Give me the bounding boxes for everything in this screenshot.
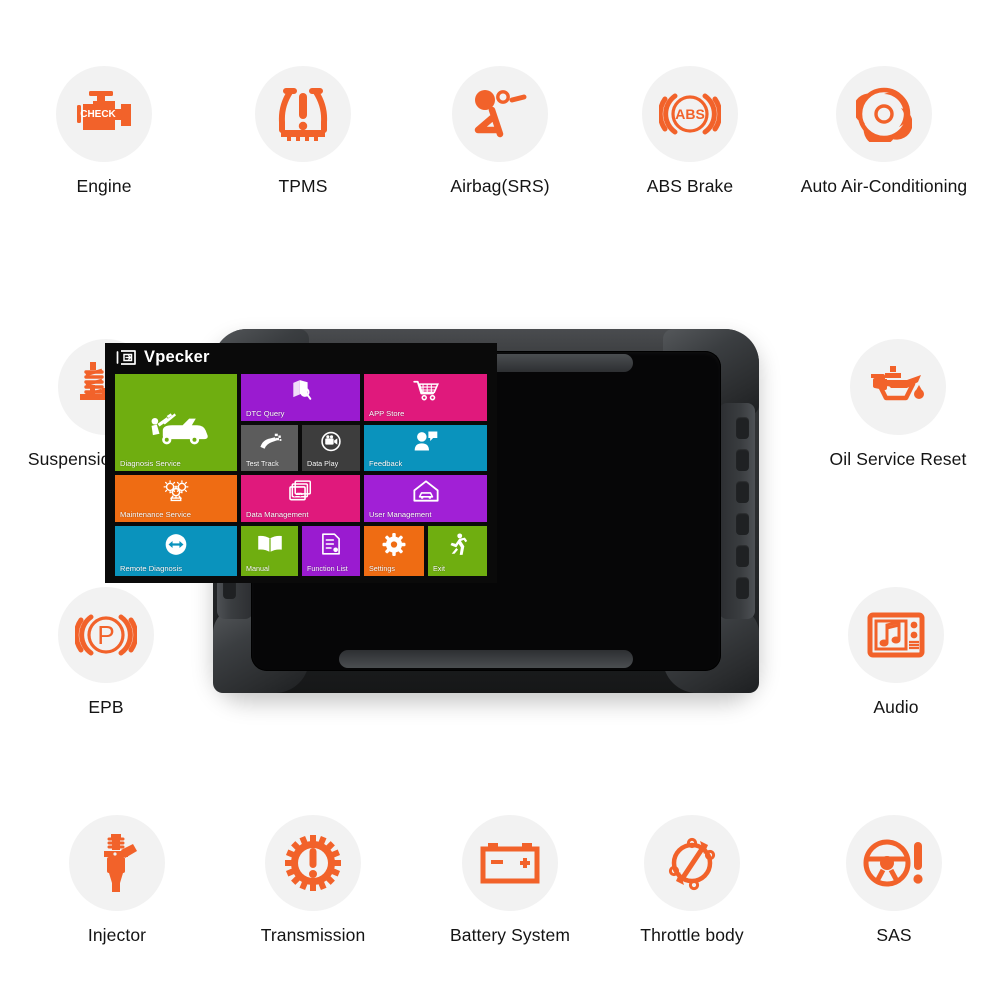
battery-icon — [462, 815, 558, 911]
feature-oil-service-reset: Oil Service Reset — [798, 339, 998, 470]
grip-ridge — [736, 481, 749, 503]
feature-label: EPB — [88, 697, 124, 717]
data-cards-icon — [288, 480, 314, 502]
tile-label: Function List — [307, 564, 348, 574]
feature-label: Oil Service Reset — [829, 449, 967, 469]
tile-label: Feedback — [369, 458, 403, 468]
tile-label: Maintenance Service — [120, 509, 191, 519]
tile-label: Manual — [246, 564, 270, 574]
brand-name: Vpecker — [144, 348, 210, 367]
tile-app-store[interactable]: APP Store — [364, 374, 487, 421]
garage-car-icon — [412, 480, 439, 502]
function-list-icon — [318, 533, 344, 555]
feature-battery-system: Battery System — [410, 815, 610, 946]
feature-label: Injector — [87, 925, 147, 945]
fuel-injector-icon — [69, 815, 165, 911]
tile-label: User Management — [369, 509, 432, 519]
dtc-book-icon — [288, 379, 314, 401]
feature-injector: Injector — [17, 815, 217, 946]
video-camera-icon — [319, 431, 343, 452]
tile-label: APP Store — [369, 408, 405, 418]
abs-brake-icon: ABS — [642, 66, 738, 162]
tile-label: DTC Query — [246, 408, 285, 418]
tile-label: Data Management — [246, 509, 309, 519]
exit-run-icon — [444, 533, 471, 556]
tile-label: Data Play — [307, 459, 339, 469]
air-conditioning-icon — [836, 66, 932, 162]
grip-ridge — [736, 417, 749, 439]
gear-icon — [381, 533, 408, 556]
tile-label: Diagnosis Service — [120, 458, 181, 468]
steering-angle-icon — [846, 815, 942, 911]
epb-parking-brake-icon: P — [58, 587, 154, 683]
svg-text:P: P — [97, 620, 114, 650]
maintenance-gear-icon — [163, 480, 189, 502]
tile-label: Exit — [433, 564, 445, 574]
tile-dtc-query[interactable]: DTC Query — [241, 374, 360, 421]
tile-label: Remote Diagnosis — [120, 563, 183, 573]
feature-tpms: TPMS — [203, 66, 403, 197]
audio-icon — [848, 587, 944, 683]
car-repair-icon — [143, 402, 209, 459]
book-icon — [257, 533, 283, 555]
grip-ridge — [736, 513, 749, 535]
tile-test-track[interactable]: Test Track — [241, 425, 298, 471]
tile-data-play[interactable]: Data Play — [302, 425, 360, 471]
tile-feedback[interactable]: Feedback — [364, 425, 487, 471]
tile-exit[interactable]: Exit — [428, 526, 487, 576]
feature-sas: SAS — [794, 815, 994, 946]
feature-label: TPMS — [278, 176, 328, 196]
oil-can-icon — [850, 339, 946, 435]
feature-label: Audio — [873, 697, 919, 717]
grip-ridge — [736, 449, 749, 471]
tile-label: Test Track — [246, 459, 279, 469]
tile-user-management[interactable]: User Management — [364, 475, 487, 522]
throttle-body-icon — [644, 815, 740, 911]
feature-throttle-body: Throttle body — [592, 815, 792, 946]
grip-ridge — [736, 577, 749, 599]
tile-maintenance-service[interactable]: Maintenance Service — [115, 475, 237, 522]
feedback-user-icon — [413, 430, 438, 452]
feature-label: SAS — [876, 925, 912, 945]
tile-remote-diagnosis[interactable]: Remote Diagnosis — [115, 526, 237, 576]
tile-function-list[interactable]: Function List — [302, 526, 360, 576]
tire-pressure-icon — [255, 66, 351, 162]
test-track-icon — [258, 431, 282, 452]
vpecker-logo-icon — [116, 349, 137, 366]
feature-label: Engine — [76, 176, 132, 196]
brand-lockup: Vpecker — [116, 349, 210, 366]
transmission-gear-icon — [265, 815, 361, 911]
feature-label: Auto Air-Conditioning — [800, 176, 968, 196]
svg-text:ABS: ABS — [675, 106, 705, 122]
feature-airbag-srs: Airbag(SRS) — [400, 66, 600, 197]
feature-transmission: Transmission — [213, 815, 413, 946]
tile-label: Settings — [369, 564, 395, 574]
feature-audio: Audio — [796, 587, 996, 718]
tile-manual[interactable]: Manual — [241, 526, 298, 576]
feature-label: Throttle body — [640, 925, 744, 945]
rubber-rail-bottom — [339, 650, 633, 668]
tile-settings[interactable]: Settings — [364, 526, 424, 576]
tablet-screen: Vpecker Diagnosis Service DTC Query APP … — [105, 343, 497, 583]
feature-abs-brake: ABS ABS Brake — [590, 66, 790, 197]
tile-grid: Diagnosis Service DTC Query APP Store Te… — [115, 374, 487, 576]
feature-auto-air-conditioning: Auto Air-Conditioning — [784, 66, 984, 197]
svg-text:CHECK: CHECK — [80, 109, 116, 120]
airbag-srs-icon — [452, 66, 548, 162]
tile-diagnosis-service[interactable]: Diagnosis Service — [115, 374, 237, 471]
side-grip-right — [719, 403, 755, 619]
tile-data-management[interactable]: Data Management — [241, 475, 360, 522]
feature-label: Battery System — [449, 925, 571, 945]
remote-arrows-icon — [163, 533, 190, 556]
feature-epb: P EPB — [6, 587, 206, 718]
feature-label: ABS Brake — [646, 176, 734, 196]
feature-label: Transmission — [260, 925, 366, 945]
feature-engine: CHECK Engine — [4, 66, 204, 197]
check-engine-icon: CHECK — [56, 66, 152, 162]
feature-label: Airbag(SRS) — [450, 176, 550, 196]
product-feature-poster: CHECK Engine TPMS Airbag(SRS) ABS ABS Br… — [0, 0, 1000, 1000]
shopping-cart-icon — [412, 379, 439, 401]
grip-ridge — [736, 545, 749, 567]
